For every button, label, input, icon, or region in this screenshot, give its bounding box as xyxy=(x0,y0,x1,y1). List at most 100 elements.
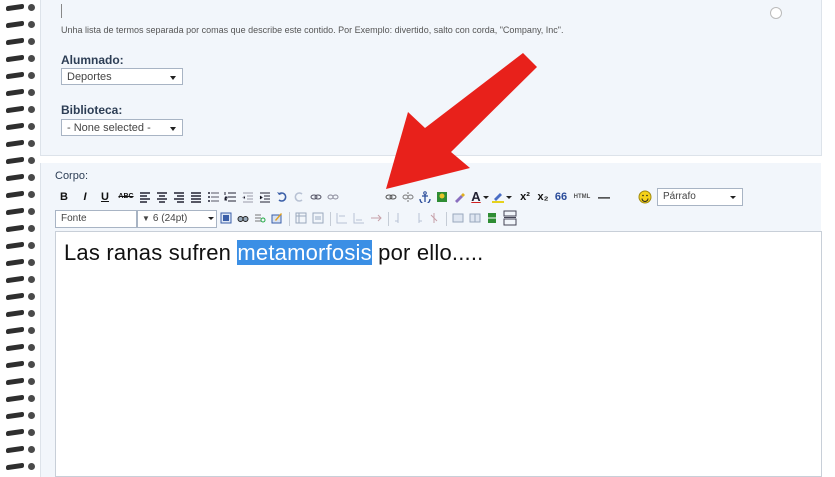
chevron-down-icon[interactable] xyxy=(483,191,489,203)
ring-bar xyxy=(6,292,24,301)
delete-row-icon[interactable] xyxy=(370,212,382,224)
tags-input-cursor[interactable] xyxy=(61,4,62,18)
toolbar-separator xyxy=(388,212,389,226)
align-left-icon[interactable] xyxy=(139,191,151,203)
selected-text: metamorfosis xyxy=(237,240,372,265)
binding-ring xyxy=(6,241,36,251)
cleanup-icon[interactable] xyxy=(453,191,465,203)
ring-hole xyxy=(28,242,35,249)
image-icon[interactable] xyxy=(436,191,448,203)
binding-ring xyxy=(6,445,36,455)
unlink-button-icon[interactable] xyxy=(402,191,414,203)
row-before-icon[interactable] xyxy=(336,212,348,224)
numbered-list-icon[interactable] xyxy=(224,191,236,203)
split-cells-icon[interactable] xyxy=(452,212,464,224)
html-button[interactable]: HTML xyxy=(572,189,592,205)
binding-ring xyxy=(6,309,36,319)
biblioteca-select[interactable]: - None selected - xyxy=(61,119,183,136)
table-icon[interactable] xyxy=(295,212,307,224)
ring-hole xyxy=(28,344,35,351)
ring-hole xyxy=(28,378,35,385)
col-after-icon[interactable] xyxy=(411,212,423,224)
col-before-icon[interactable] xyxy=(394,212,406,224)
format-select-value: Párrafo xyxy=(663,191,696,202)
find-icon[interactable] xyxy=(237,212,249,224)
size-select[interactable]: ▼ 6 (24pt) xyxy=(137,210,217,228)
horizontal-rule-button[interactable]: — xyxy=(595,189,613,205)
ring-hole xyxy=(28,361,35,368)
page-break-icon[interactable] xyxy=(486,212,498,224)
font-color-button[interactable]: A xyxy=(470,189,482,205)
toolbar-separator xyxy=(446,212,447,226)
ring-bar xyxy=(6,122,24,131)
red-arrow-annotation xyxy=(386,53,537,189)
row-after-icon[interactable] xyxy=(353,212,365,224)
link-button-icon[interactable] xyxy=(385,191,397,203)
binding-ring xyxy=(6,173,36,183)
arrow-shape xyxy=(386,53,537,189)
ring-bar xyxy=(6,207,24,216)
indent-icon[interactable] xyxy=(259,191,271,203)
merge-cells-icon[interactable] xyxy=(469,212,481,224)
font-select-value: Fonte xyxy=(61,213,87,224)
binding-ring xyxy=(6,428,36,438)
text-before-selection: Las ranas sufren xyxy=(64,240,238,265)
ring-bar xyxy=(6,190,24,199)
ring-bar xyxy=(6,326,24,335)
ring-hole xyxy=(28,157,35,164)
smiley-icon[interactable] xyxy=(638,190,652,204)
align-center-icon[interactable] xyxy=(156,191,168,203)
binding-ring xyxy=(6,88,36,98)
binding-ring xyxy=(6,394,36,404)
alumnado-select-value: Deportes xyxy=(67,71,112,83)
editor-content-area[interactable]: Las ranas sufren metamorfosis por ello..… xyxy=(55,231,822,477)
chevron-down-icon[interactable] xyxy=(208,214,214,226)
autocomplete-indicator-icon xyxy=(770,7,782,19)
bold-button[interactable]: B xyxy=(59,189,69,205)
corpo-label: Corpo: xyxy=(55,170,89,182)
binding-ring xyxy=(6,377,36,387)
anchor-icon[interactable] xyxy=(419,191,431,203)
fullscreen-icon[interactable] xyxy=(220,212,232,224)
table-props-icon[interactable] xyxy=(312,212,324,224)
biblioteca-select-value: - None selected - xyxy=(67,122,151,134)
align-right-icon[interactable] xyxy=(173,191,185,203)
replace-icon[interactable] xyxy=(254,212,266,224)
ring-hole xyxy=(28,463,35,470)
subscript-button[interactable]: x₂ xyxy=(536,189,550,205)
chevron-down-icon[interactable] xyxy=(506,191,512,203)
insert-rows-icon[interactable] xyxy=(503,210,517,226)
ring-bar xyxy=(6,275,24,284)
bullet-list-icon[interactable] xyxy=(207,191,219,203)
edit-icon[interactable] xyxy=(271,212,283,224)
ring-hole xyxy=(28,72,35,79)
link-icon[interactable] xyxy=(310,191,322,203)
ring-bar xyxy=(6,309,24,318)
ring-bar xyxy=(6,343,24,352)
strikethrough-button[interactable]: ABC xyxy=(117,189,135,205)
redo-icon[interactable] xyxy=(293,191,305,203)
blockquote-button[interactable]: 66 xyxy=(554,189,568,205)
italic-button[interactable]: I xyxy=(80,189,90,205)
binding-ring xyxy=(6,122,36,132)
alumnado-select[interactable]: Deportes xyxy=(61,68,183,85)
unlink-icon[interactable] xyxy=(327,191,339,203)
undo-icon[interactable] xyxy=(276,191,288,203)
underline-button[interactable]: U xyxy=(100,189,110,205)
binding-ring xyxy=(6,37,36,47)
binding-ring xyxy=(6,207,36,217)
ring-bar xyxy=(6,360,24,369)
ring-bar xyxy=(6,445,24,454)
align-justify-icon[interactable] xyxy=(190,191,202,203)
ring-bar xyxy=(6,462,24,471)
chevron-down-icon xyxy=(170,76,176,80)
binding-ring xyxy=(6,275,36,285)
superscript-button[interactable]: x² xyxy=(518,189,532,205)
delete-col-icon[interactable] xyxy=(428,212,440,224)
ring-bar xyxy=(6,88,24,97)
highlight-icon[interactable] xyxy=(492,191,504,203)
font-select[interactable]: Fonte xyxy=(55,210,137,228)
chevron-down-icon xyxy=(730,196,736,199)
ring-hole xyxy=(28,89,35,96)
outdent-icon[interactable] xyxy=(242,191,254,203)
